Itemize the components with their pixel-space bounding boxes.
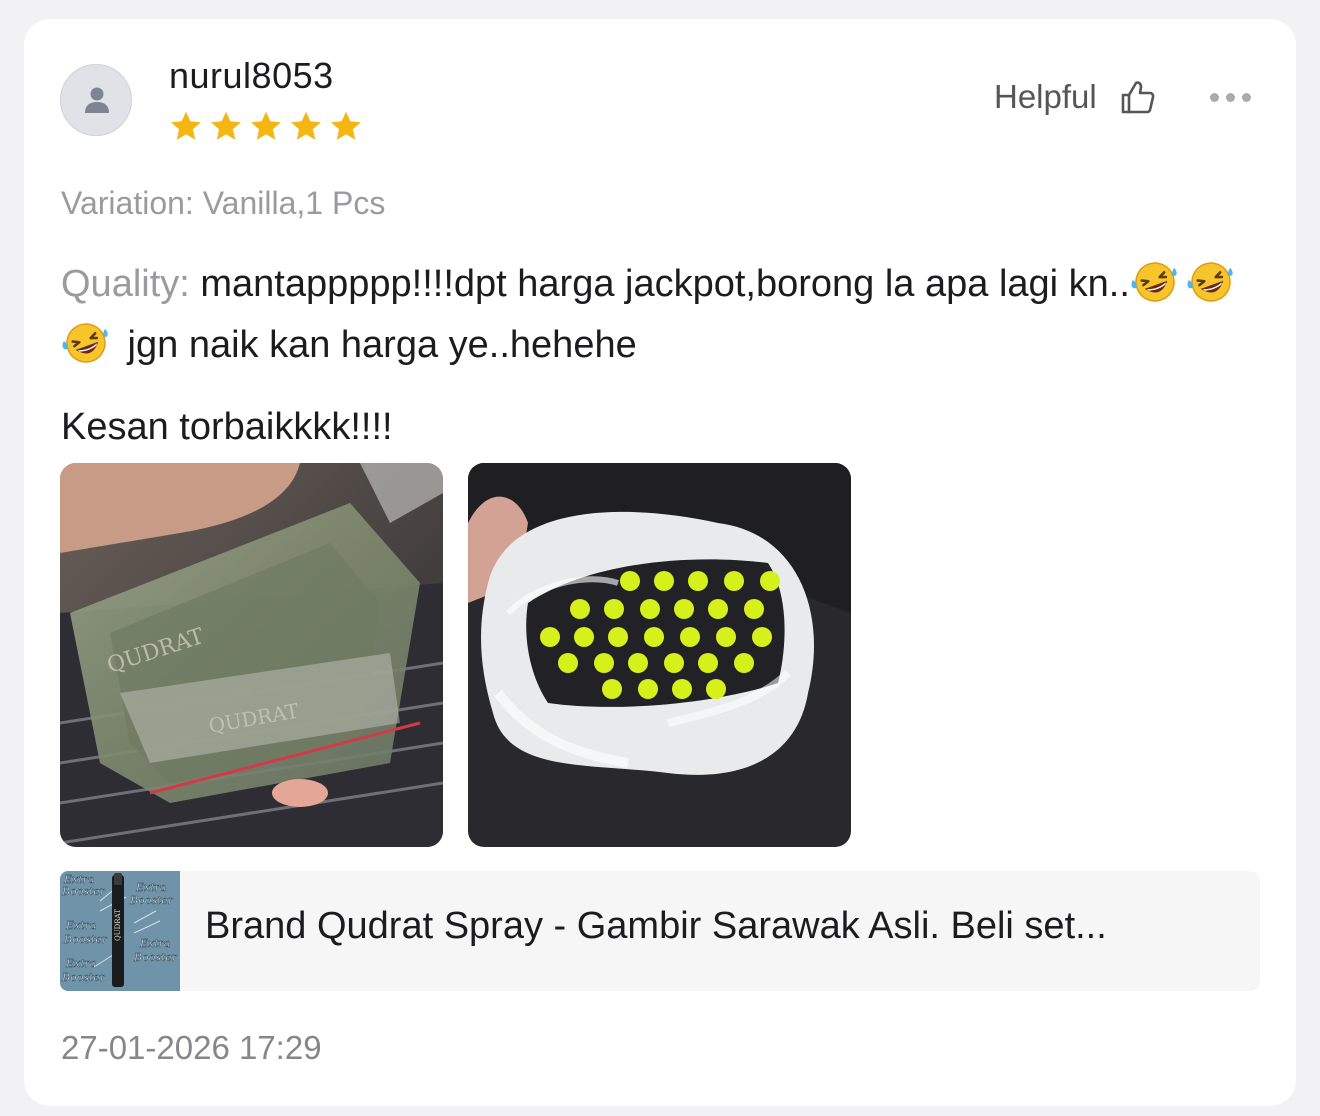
laughing-emoji-icon [1187, 262, 1233, 302]
star-icon [211, 111, 241, 140]
quality-label: Quality: [61, 263, 190, 305]
star-icon [171, 111, 201, 140]
review-card: nurul8053 Helpful Variation: Vanilla,1 P… [24, 19, 1296, 1106]
thumbs-up-icon [1121, 81, 1155, 114]
laughing-emoji-icon [1131, 262, 1177, 302]
review-photo-1[interactable]: QUDRAT QUDRAT [60, 463, 443, 847]
product-thumb-brand: QUDRAT [114, 909, 122, 941]
laughing-emoji-icon [62, 323, 108, 363]
svg-text:Extra: Extra [65, 957, 96, 970]
review-timestamp: 27-01-2026 17:29 [61, 1029, 322, 1066]
helpful-label: Helpful [994, 78, 1097, 115]
product-link[interactable]: Extra Booster Extra Booster Extra Booster E… [60, 871, 1260, 991]
svg-text:Booster: Booster [61, 971, 106, 984]
rating-stars [168, 109, 364, 145]
review-photo-2[interactable] [468, 463, 851, 847]
impression-text: Kesan torbaikkkk!!!! [61, 406, 393, 448]
svg-text:Booster: Booster [129, 894, 174, 907]
product-thumbnail: Extra Booster Extra Booster Extra Booster E… [60, 871, 180, 991]
star-icon [331, 111, 361, 140]
svg-text:Extra: Extra [139, 937, 170, 950]
product-title: Brand Qudrat Spray - Gambir Sarawak Asli… [205, 905, 1107, 947]
quality-text-part-2: jgn naik kan harga ye..hehehe [117, 324, 637, 366]
variation-text: Variation: Vanilla,1 Pcs [61, 185, 386, 221]
svg-text:Booster: Booster [133, 951, 178, 964]
user-icon [85, 87, 109, 113]
svg-text:Extra: Extra [65, 919, 96, 932]
helpful-button[interactable]: Helpful [994, 78, 1155, 116]
star-icon [291, 111, 321, 140]
review-quality-text: Quality: mantappppp!!!!dpt harga jackpot… [61, 254, 1261, 376]
svg-text:Booster: Booster [63, 933, 108, 946]
star-icon [251, 111, 281, 140]
more-options-icon[interactable] [1210, 87, 1251, 108]
quality-text-part-1: mantappppp!!!!dpt harga jackpot,borong l… [189, 263, 1130, 305]
reviewer-username[interactable]: nurul8053 [169, 55, 334, 97]
svg-text:Booster: Booster [61, 885, 106, 898]
avatar[interactable] [60, 64, 132, 136]
svg-text:Extra: Extra [135, 881, 166, 894]
